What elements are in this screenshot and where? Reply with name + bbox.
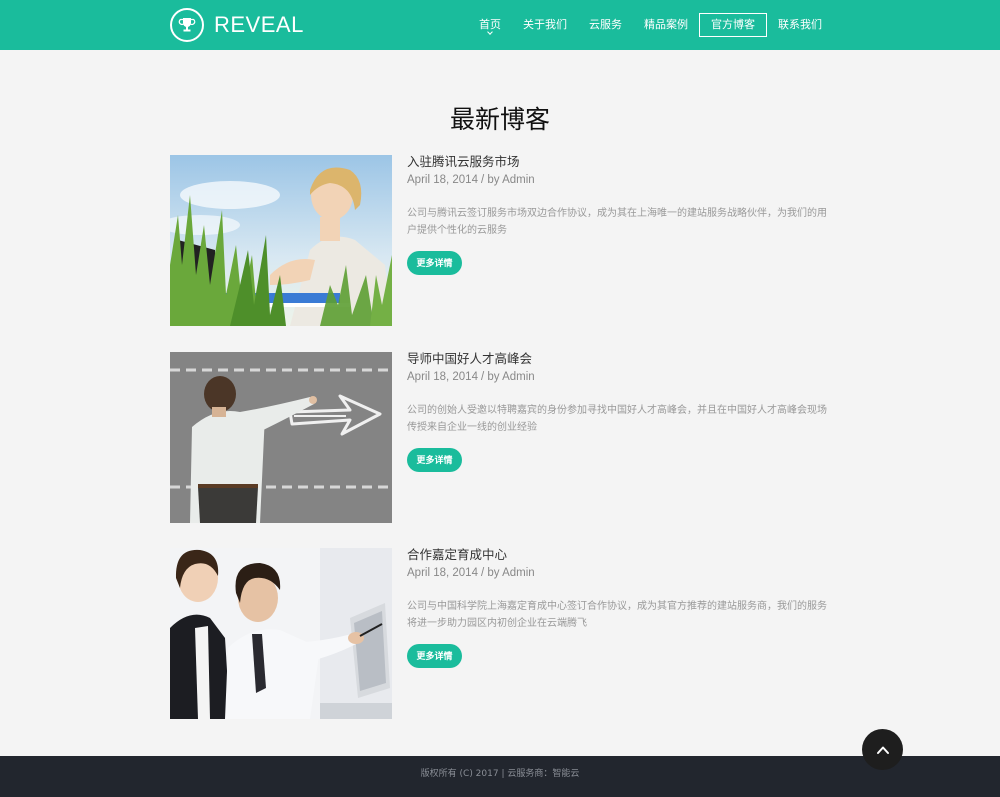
post-title[interactable]: 入驻腾讯云服务市场 [407,151,520,170]
post-excerpt: 公司的创始人受邀以特聘嘉宾的身份参加寻找中国好人才高峰会，并且在中国好人才高峰会… [407,405,827,433]
post-date: April 18, 2014 [407,371,478,383]
nav-label: 关于我们 [523,18,567,31]
site-logo[interactable]: REVEAL [170,8,304,42]
nav-label: 官方博客 [711,18,755,31]
back-to-top-button[interactable] [862,729,903,770]
copyright-text: 版权所有 (C) 2017 | 云服务商：智能云 [420,769,580,779]
nav-item-cloud-service[interactable]: 云服务 [578,13,633,37]
post-author: / by Admin [480,174,535,186]
nav-label: 云服务 [589,18,622,31]
post-thumbnail-image[interactable] [170,155,392,326]
read-more-button[interactable]: 更多详情 [407,251,462,275]
post-excerpt: 公司与中国科学院上海嘉定育成中心签订合作协议，成为其官方推荐的建站服务商，我们的… [407,601,827,629]
nav-label: 联系我们 [778,18,822,31]
post-title[interactable]: 导师中国好人才高峰会 [407,348,532,367]
post-meta: April 18, 2014/ by Admin [407,174,535,186]
blog-post: 合作嘉定育成中心 April 18, 2014/ by Admin 公司与中国科… [170,547,830,719]
page-title: 最新博客 [449,105,550,134]
post-excerpt: 公司与腾讯云签订服务市场双边合作协议，成为其在上海唯一的建站服务战略伙伴，为我们… [407,208,827,236]
read-more-button[interactable]: 更多详情 [407,644,462,668]
nav-label: 精品案例 [644,18,688,31]
post-meta: April 18, 2014/ by Admin [407,371,535,383]
post-title[interactable]: 合作嘉定育成中心 [407,544,507,563]
post-meta: April 18, 2014/ by Admin [407,567,535,579]
site-header: REVEAL 首页 关于我们 云服务 精品案例 官方博客 联系我们 [0,0,1000,50]
chevron-up-icon [876,746,889,754]
logo-text: REVEAL [214,12,304,37]
blog-post: 导师中国好人才高峰会 April 18, 2014/ by Admin 公司的创… [170,351,830,523]
main-nav: 首页 关于我们 云服务 精品案例 官方博客 联系我们 [468,13,833,37]
post-date: April 18, 2014 [407,174,478,186]
nav-item-home[interactable]: 首页 [468,13,512,37]
nav-item-blog[interactable]: 官方博客 [699,13,767,37]
post-author: / by Admin [480,371,535,383]
nav-item-contact[interactable]: 联系我们 [767,13,833,37]
trophy-icon [170,8,204,42]
post-author: / by Admin [480,567,535,579]
post-date: April 18, 2014 [407,567,478,579]
post-thumbnail-image[interactable] [170,352,392,523]
nav-item-cases[interactable]: 精品案例 [633,13,699,37]
post-thumbnail-image[interactable] [170,548,392,719]
nav-item-about[interactable]: 关于我们 [512,13,578,37]
blog-post: 入驻腾讯云服务市场 April 18, 2014/ by Admin 公司与腾讯… [170,154,830,326]
read-more-button[interactable]: 更多详情 [407,448,462,472]
site-footer: 版权所有 (C) 2017 | 云服务商：智能云 [0,756,1000,797]
